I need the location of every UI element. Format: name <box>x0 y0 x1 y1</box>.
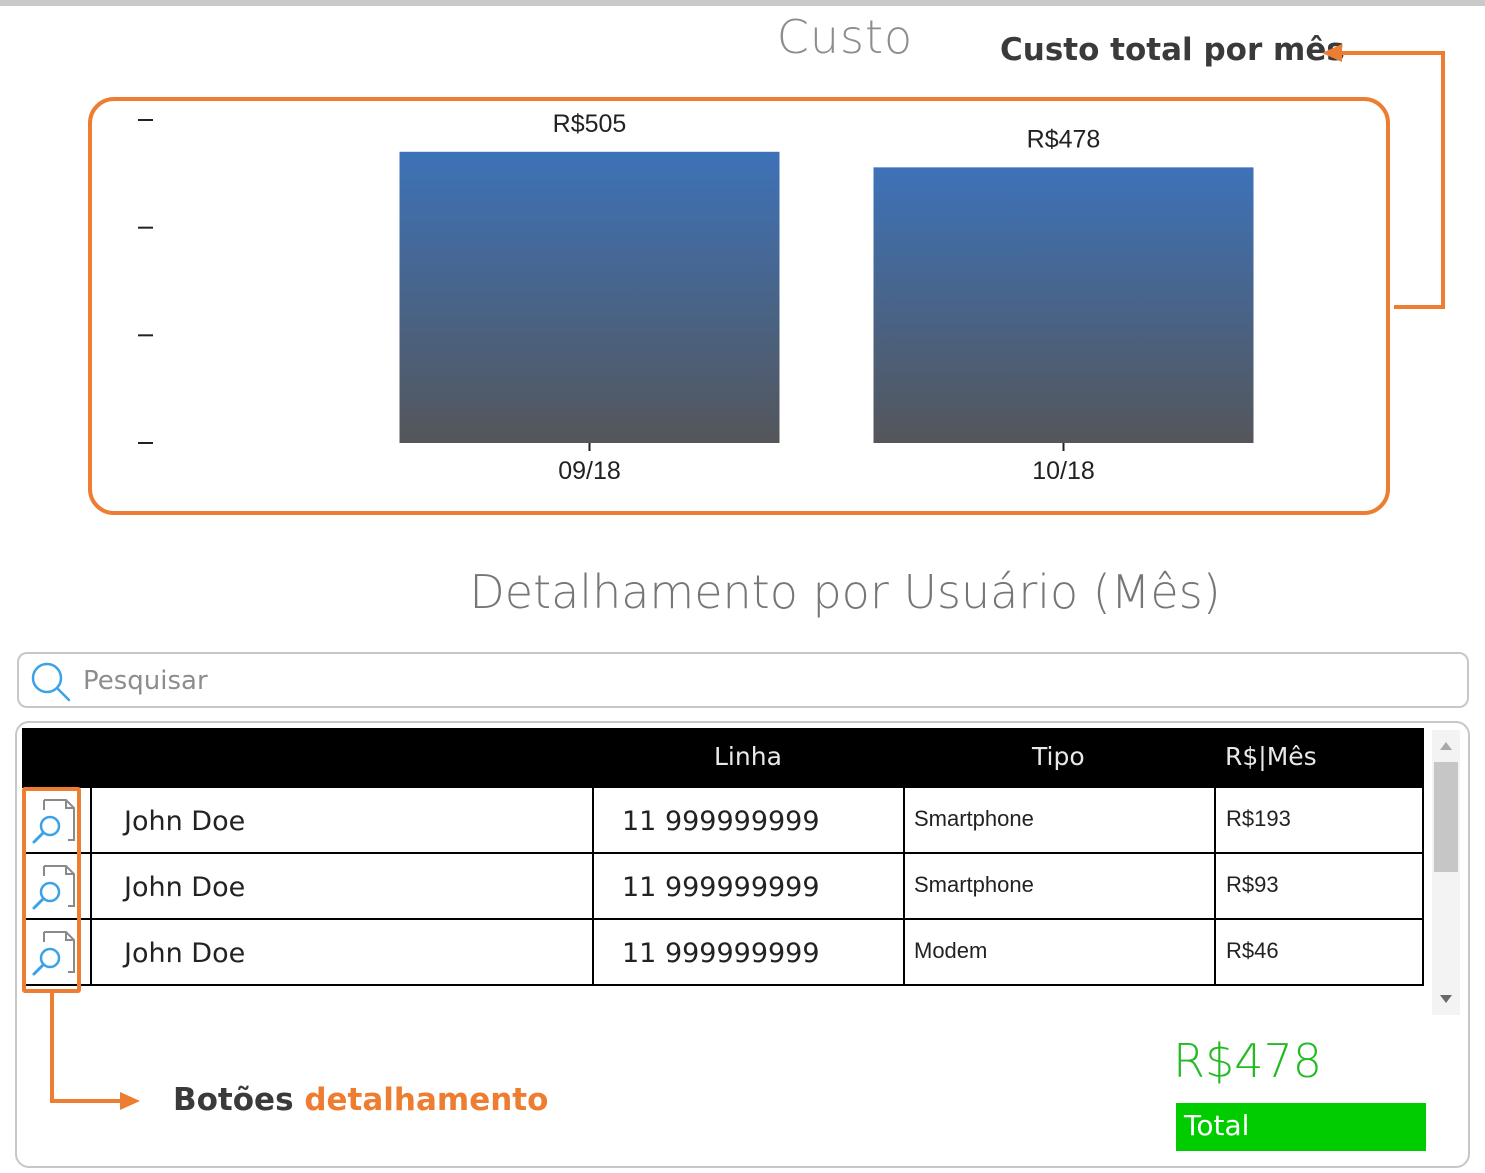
cell-valor: R$46 <box>1226 938 1279 963</box>
cell-name: John Doe <box>124 872 246 903</box>
cell-name: John Doe <box>124 938 246 969</box>
header-linha: Linha <box>714 742 782 771</box>
cell-linha: 11 999999999 <box>622 938 820 969</box>
total-label: Total <box>1176 1103 1426 1151</box>
table-row: John Doe 11 999999999 Smartphone R$193 <box>22 788 1424 854</box>
cell-valor: R$193 <box>1226 806 1291 831</box>
cell-name: John Doe <box>124 806 246 837</box>
cell-linha: 11 999999999 <box>622 872 820 903</box>
cell-tipo: Modem <box>914 938 988 963</box>
search-icon <box>31 662 71 702</box>
detail-buttons-annotation: Botões detalhamento <box>173 1082 548 1118</box>
total-value: R$478 <box>1173 1034 1323 1088</box>
table-row: John Doe 11 999999999 Smartphone R$93 <box>22 854 1424 920</box>
detail-buttons-highlight <box>22 787 81 993</box>
cell-tipo: Smartphone <box>914 806 1034 831</box>
header-tipo: Tipo <box>1032 742 1085 771</box>
annotation-prefix: Botões <box>173 1082 294 1118</box>
header-valor: R$|Mês <box>1225 742 1317 771</box>
cell-linha: 11 999999999 <box>622 806 820 837</box>
scroll-down-arrow-icon[interactable] <box>1438 993 1454 1005</box>
section-title: Detalhamento por Usuário (Mês) <box>469 565 1221 619</box>
cell-tipo: Smartphone <box>914 872 1034 897</box>
chart-title: Custo <box>776 10 914 64</box>
table-row: John Doe 11 999999999 Modem R$46 <box>22 920 1424 986</box>
search-input[interactable] <box>81 660 1455 702</box>
chart-highlight-frame <box>88 97 1390 515</box>
top-border <box>0 0 1485 6</box>
scrollbar-thumb[interactable] <box>1434 762 1458 872</box>
annotation-accent: detalhamento <box>304 1082 549 1118</box>
cell-valor: R$93 <box>1226 872 1279 897</box>
chart-annotation: Custo total por mês <box>1000 32 1345 68</box>
table-header: Linha Tipo R$|Mês <box>22 728 1424 788</box>
search-box[interactable] <box>17 652 1469 708</box>
scroll-up-arrow-icon[interactable] <box>1438 740 1454 752</box>
